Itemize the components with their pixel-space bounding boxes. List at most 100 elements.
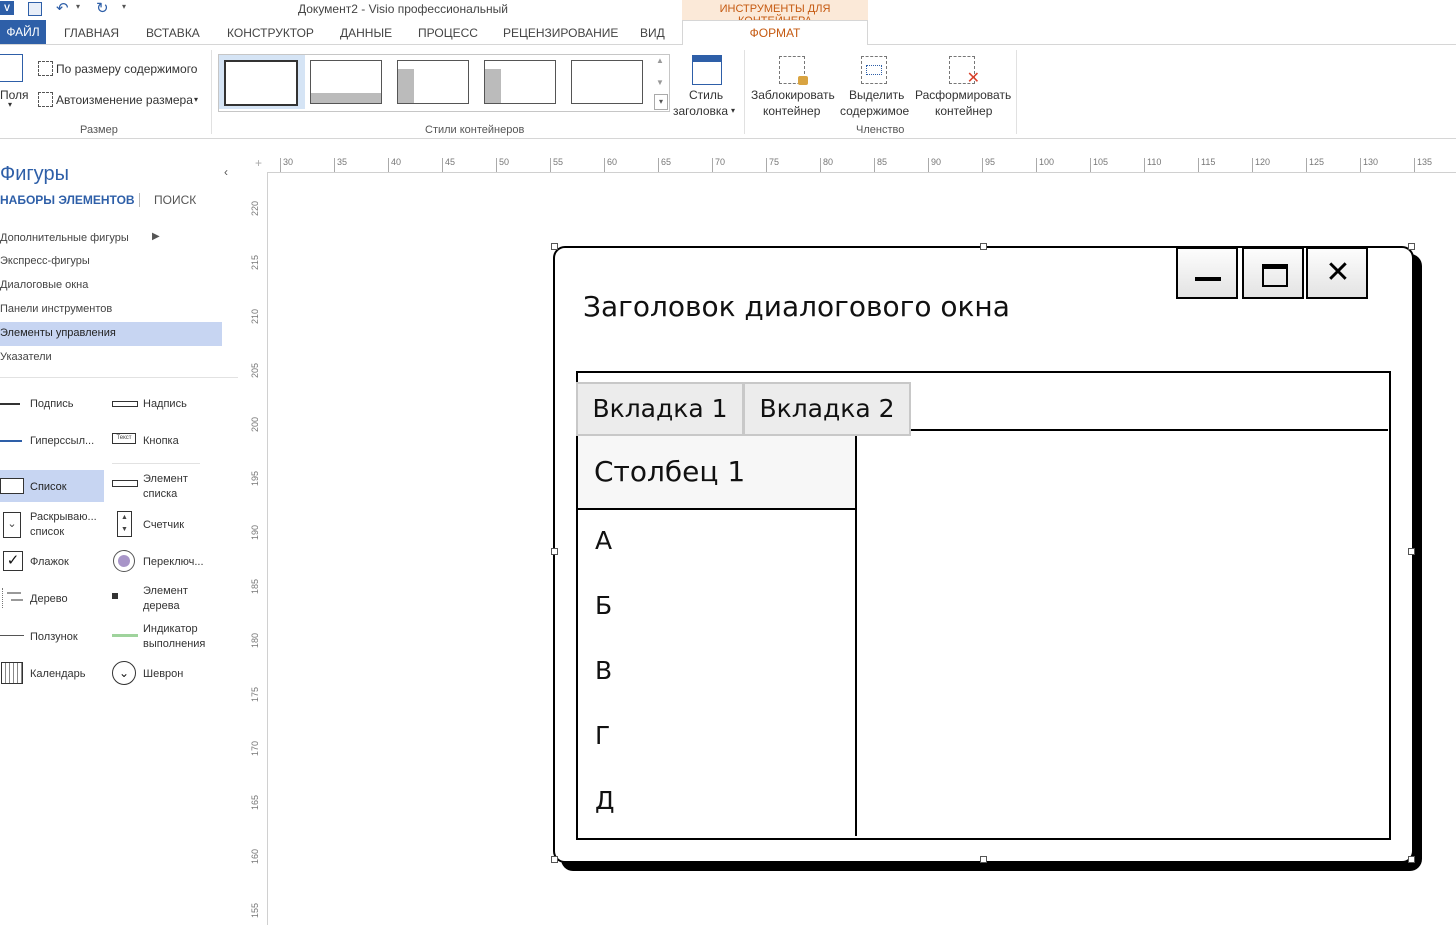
heading-style-button[interactable]: Стиль (689, 88, 723, 102)
selection-handle[interactable] (980, 243, 987, 250)
maximize-button[interactable] (1242, 247, 1304, 299)
gallery-scroll-down-icon[interactable]: ▼ (656, 78, 664, 87)
shape-button[interactable]: Кнопка (143, 434, 179, 449)
counter-shape-icon[interactable]: ▲ ▼ (117, 511, 132, 537)
shape-list[interactable]: Список (30, 480, 67, 495)
tab-process[interactable]: ПРОЦЕСС (418, 26, 478, 40)
list-shape-icon[interactable] (0, 478, 24, 494)
selection-handle[interactable] (980, 856, 987, 863)
disband-container-icon[interactable]: ✕ (949, 56, 980, 87)
stencil-quick-shapes[interactable]: Экспресс-фигуры (0, 255, 90, 267)
fit-to-contents-icon[interactable] (38, 61, 53, 76)
container-style-3[interactable] (397, 60, 469, 104)
selection-handle[interactable] (551, 856, 558, 863)
lock-container-button-line2[interactable]: контейнер (763, 104, 820, 118)
gallery-scroll-up-icon[interactable]: ▲ (656, 56, 664, 65)
tree-item-shape-icon[interactable] (112, 593, 136, 607)
tab-home[interactable]: ГЛАВНАЯ (64, 26, 119, 40)
shape-radio[interactable]: Переключ... (143, 555, 204, 570)
select-contents-button-line2[interactable]: содержимое (840, 104, 909, 118)
selection-handle[interactable] (1408, 243, 1415, 250)
hyperlink-shape-icon[interactable] (0, 435, 24, 449)
container-style-1[interactable] (224, 60, 298, 106)
shape-dropdown-line2[interactable]: список (30, 525, 64, 540)
radio-shape-icon[interactable] (113, 550, 135, 572)
undo-dropdown-icon[interactable]: ▾ (76, 2, 80, 11)
shape-tree[interactable]: Дерево (30, 592, 68, 607)
list-item[interactable]: Б (595, 591, 612, 620)
shape-progress[interactable]: Индикатор (143, 622, 198, 637)
tab-format[interactable]: ФОРМАТ (682, 20, 868, 46)
heading-style-dropdown-icon[interactable]: ▾ (731, 106, 735, 115)
lock-container-button[interactable]: Заблокировать (751, 88, 835, 102)
undo-icon[interactable]: ↶ (56, 0, 69, 17)
checkbox-shape-icon[interactable]: ✓ (3, 551, 23, 571)
stencil-pointers[interactable]: Указатели (0, 351, 52, 363)
tab-view[interactable]: ВИД (640, 26, 665, 40)
selection-handle[interactable] (1408, 548, 1415, 555)
shape-chevron[interactable]: Шеврон (143, 667, 183, 682)
tab-review[interactable]: РЕЦЕНЗИРОВАНИЕ (503, 26, 618, 40)
chevron-right-icon[interactable]: ▶ (152, 231, 160, 242)
stencil-toolbars[interactable]: Панели инструментов (0, 303, 112, 315)
tab-stencils[interactable]: НАБОРЫ ЭЛЕМЕНТОВ (0, 193, 135, 207)
caption-shape-icon[interactable] (0, 398, 24, 412)
select-contents-button[interactable]: Выделить (849, 88, 904, 102)
container-style-2[interactable] (310, 60, 382, 104)
auto-resize-button[interactable]: Автоизменение размера (56, 93, 193, 107)
list-item-shape-icon[interactable] (112, 480, 138, 494)
container-style-5[interactable] (571, 60, 643, 104)
auto-resize-icon[interactable] (38, 92, 53, 107)
shape-checkbox[interactable]: Флажок (30, 555, 69, 570)
slider-shape-icon[interactable] (0, 629, 24, 643)
chevron-shape-icon[interactable]: ⌄ (112, 661, 136, 685)
heading-style-icon[interactable] (692, 55, 722, 85)
redo-icon[interactable]: ↻ (96, 0, 109, 17)
list-item[interactable]: Д (595, 786, 615, 815)
shape-counter[interactable]: Счетчик (143, 518, 184, 533)
shape-slider[interactable]: Ползунок (30, 630, 78, 645)
progress-shape-icon[interactable] (112, 629, 138, 643)
shape-dropdown[interactable]: Раскрываю... (30, 510, 97, 525)
shape-caption[interactable]: Подпись (30, 397, 74, 412)
selection-handle[interactable] (551, 548, 558, 555)
shape-tree-item-line2[interactable]: дерева (143, 599, 180, 614)
minimize-button[interactable] (1176, 247, 1238, 299)
margins-button[interactable]: Поля (0, 88, 29, 102)
shape-calendar[interactable]: Календарь (30, 667, 86, 682)
dropdown-shape-icon[interactable]: ⌄ (3, 512, 21, 538)
dialog-tab-1[interactable]: Вкладка 1 (576, 382, 744, 436)
auto-resize-dropdown-icon[interactable]: ▾ (194, 95, 198, 104)
shape-tree-item[interactable]: Элемент (143, 584, 188, 599)
stencil-dialogs[interactable]: Диалоговые окна (0, 279, 88, 291)
tab-file[interactable]: ФАЙЛ (0, 20, 46, 44)
stencil-controls[interactable]: Элементы управления (0, 327, 116, 339)
margins-icon[interactable] (0, 54, 23, 82)
shape-hyperlink[interactable]: Гиперссыл... (30, 434, 94, 449)
button-shape-icon[interactable]: Текст (112, 433, 136, 447)
tab-insert[interactable]: ВСТАВКА (146, 26, 200, 40)
list-item[interactable]: В (595, 656, 612, 685)
list-item[interactable]: Г (595, 721, 610, 750)
selection-handle[interactable] (1408, 856, 1415, 863)
tree-shape-icon[interactable] (2, 588, 23, 608)
shape-list-item-line2[interactable]: списка (143, 487, 177, 502)
gallery-more-icon[interactable]: ▾ (654, 94, 668, 110)
shape-label[interactable]: Надпись (143, 397, 187, 412)
tab-search[interactable]: ПОИСК (154, 193, 196, 207)
tab-data[interactable]: ДАННЫЕ (340, 26, 392, 40)
save-icon[interactable] (28, 2, 42, 16)
shape-progress-line2[interactable]: выполнения (143, 637, 205, 652)
label-shape-icon[interactable] (112, 398, 138, 412)
selection-handle[interactable] (551, 243, 558, 250)
tab-design[interactable]: КОНСТРУКТОР (227, 26, 314, 40)
margins-dropdown-icon[interactable]: ▾ (8, 100, 12, 109)
container-style-4[interactable] (484, 60, 556, 104)
calendar-shape-icon[interactable] (1, 662, 23, 684)
disband-container-button[interactable]: Расформировать (915, 88, 1011, 102)
customize-toolbar-icon[interactable]: ▾ (122, 2, 126, 11)
lock-container-icon[interactable] (779, 56, 808, 85)
list-item[interactable]: А (595, 526, 612, 555)
close-button[interactable]: ✕ (1306, 247, 1368, 299)
shape-list-item[interactable]: Элемент (143, 472, 188, 487)
